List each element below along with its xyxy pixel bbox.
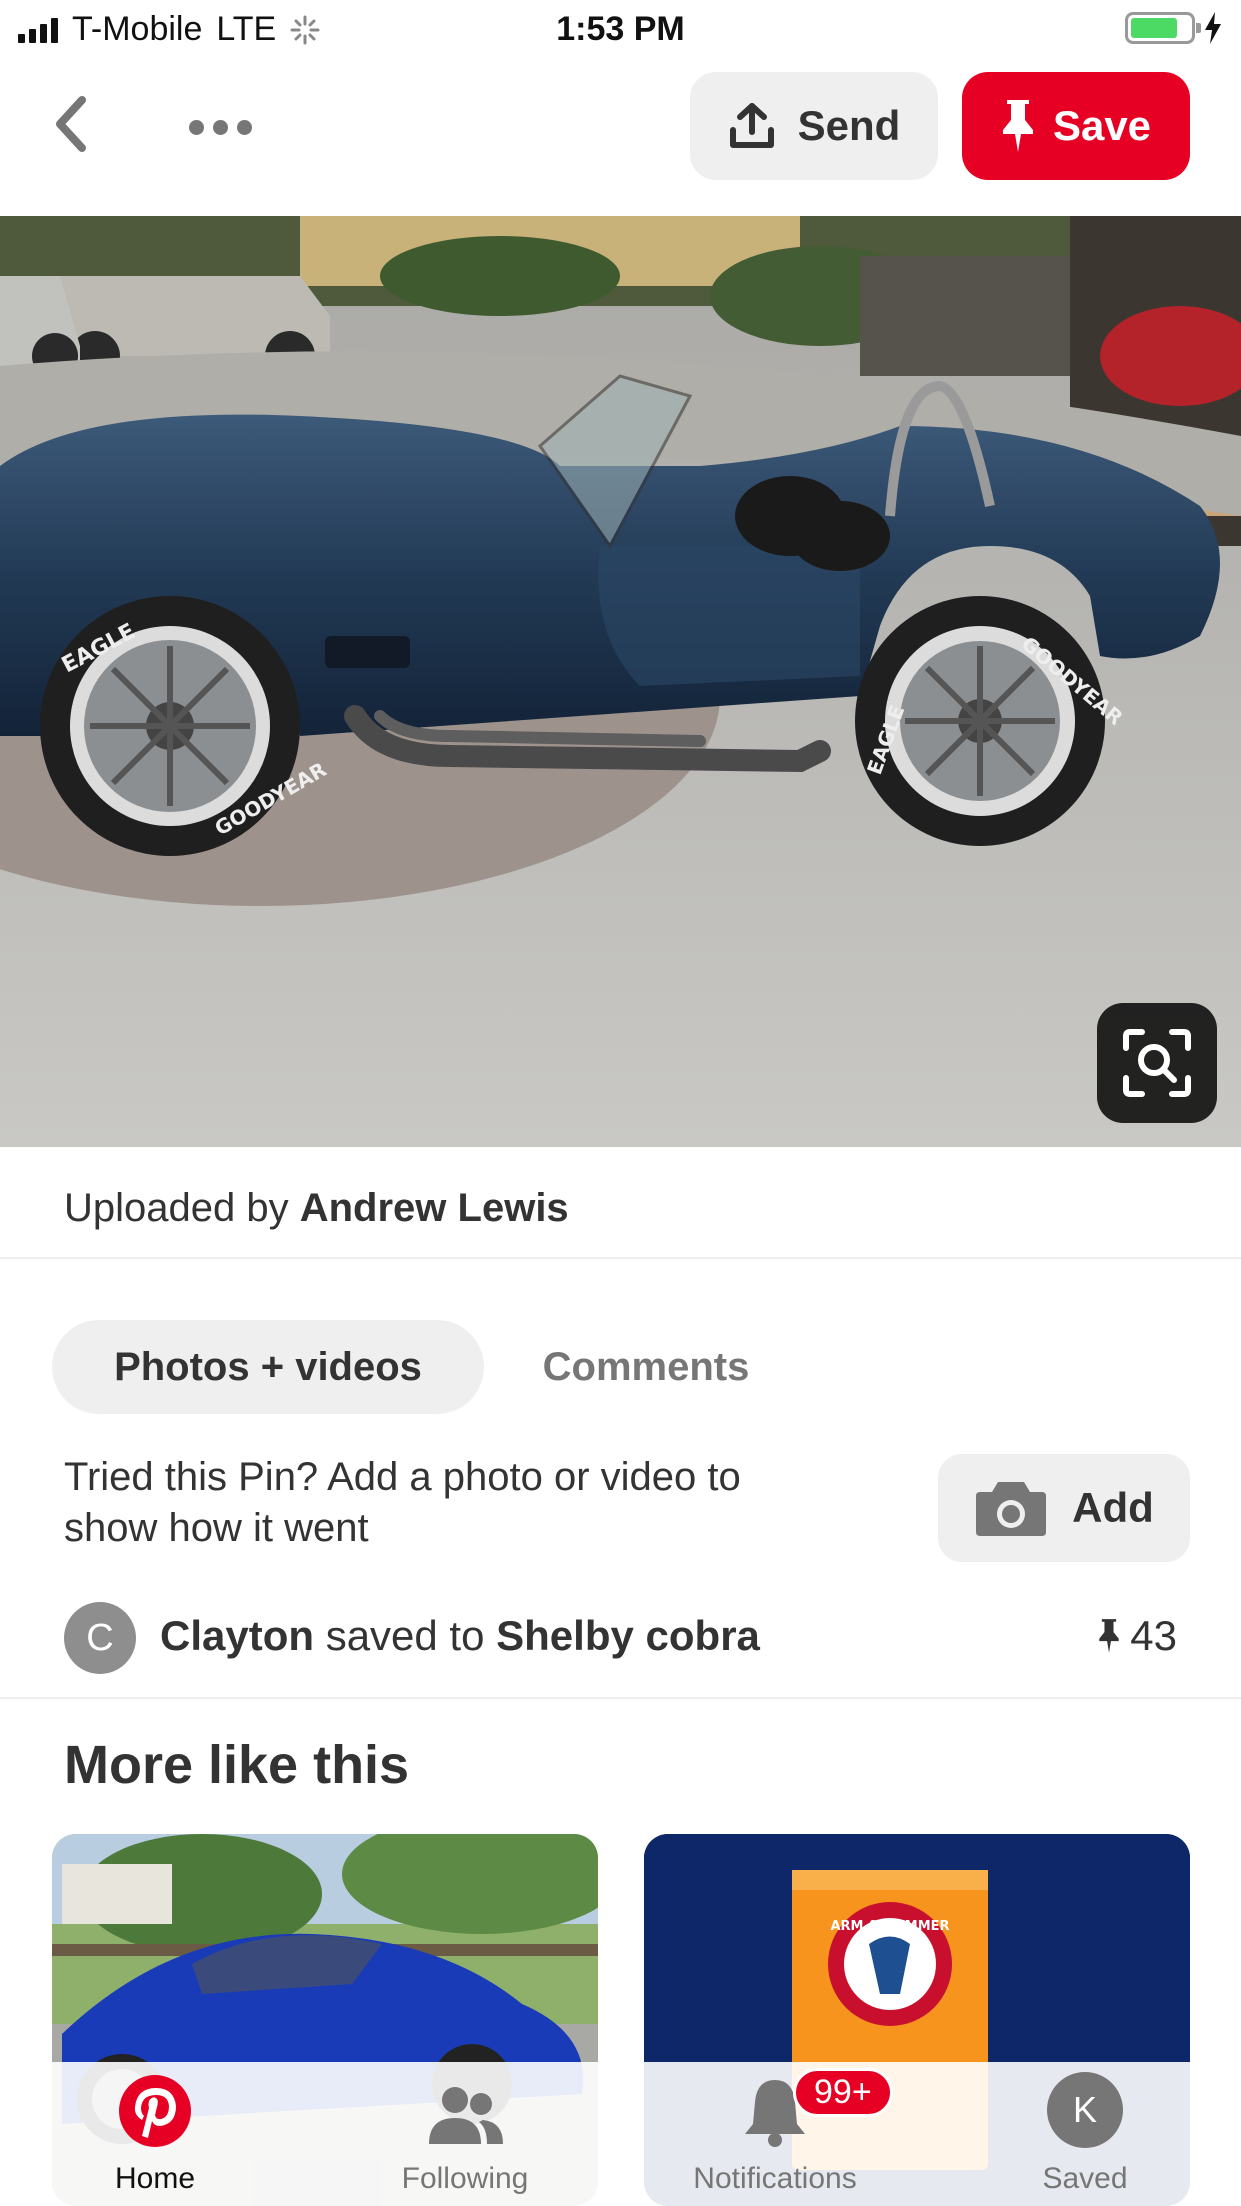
uploader-name[interactable]: Andrew Lewis [300,1186,569,1230]
pushpin-icon [1002,100,1033,152]
more-like-this-heading: More like this [64,1735,410,1795]
profile-avatar: K [1047,2072,1123,2148]
dot-icon [212,119,228,135]
save-button[interactable]: Save [962,72,1190,180]
camera-icon [976,1482,1047,1536]
charging-bolt-icon [1205,12,1221,44]
tried-prompt-line2: show how it went [64,1506,369,1550]
send-button[interactable]: Send [690,72,938,180]
add-photo-button[interactable]: Add [938,1454,1190,1562]
uploaded-by: Uploaded by Andrew Lewis [64,1186,569,1231]
tab-comments[interactable]: Comments [506,1320,786,1414]
tab-photos-videos[interactable]: Photos + videos [52,1320,484,1414]
board-name[interactable]: Shelby cobra [496,1612,760,1659]
chevron-left-icon [56,96,86,152]
uploaded-prefix: Uploaded by [64,1186,289,1230]
nav-saved[interactable]: K Saved [975,2062,1195,2206]
divider [0,1257,1241,1259]
send-label: Send [797,102,901,149]
divider [0,1697,1241,1699]
car-photo: EAGLE GOODYEAR GOODYEAR EAGLE [0,216,1241,1147]
tried-prompt: Tried this Pin? Add a photo or video to … [64,1452,884,1554]
notification-badge: 99+ [793,2068,893,2117]
status-bar: T-Mobile LTE 1:53 PM [0,0,1241,62]
nav-following[interactable]: Following [355,2062,575,2206]
saved-to-line: Clayton saved to Shelby cobra [160,1612,760,1660]
nav-saved-label: Saved [1042,2162,1128,2195]
nav-home-label: Home [114,2162,196,2195]
dot-icon [188,119,204,135]
back-button[interactable] [40,92,100,156]
nav-following-label: Following [401,2162,529,2195]
tried-prompt-line1: Tried this Pin? Add a photo or video to [64,1455,741,1499]
add-label: Add [1072,1484,1154,1531]
share-upload-icon [729,103,774,148]
nav-home[interactable]: Home [45,2062,265,2206]
nav-notifications-label: Notifications [693,2162,857,2195]
battery-icon [1125,12,1201,44]
bottom-nav: Home Following 99+ Notifications K Saved [0,2062,1241,2206]
pin-count-value: 43 [1130,1612,1177,1659]
arm-hammer-logo-text: ARM & HAMMER [830,1919,949,1934]
saved-to-text: saved to [325,1612,485,1659]
visual-search-button[interactable] [1097,1003,1217,1123]
nav-notifications[interactable]: 99+ Notifications [665,2062,893,2206]
lens-search-icon [1123,1029,1191,1097]
save-label: Save [1052,102,1152,149]
pushpin-icon [1099,1619,1119,1653]
pin-header: Send Save [0,62,1241,212]
people-icon [429,2087,503,2144]
more-options-button[interactable] [170,102,270,152]
saver-name[interactable]: Clayton [160,1612,314,1659]
pin-count: 43 [1098,1612,1177,1660]
status-right [1125,12,1223,44]
pin-image[interactable]: EAGLE GOODYEAR GOODYEAR EAGLE [0,216,1241,1147]
avatar[interactable]: C [64,1602,136,1674]
dot-icon [236,119,252,135]
status-time: 1:53 PM [556,10,685,48]
pinterest-logo-icon [119,2075,191,2147]
